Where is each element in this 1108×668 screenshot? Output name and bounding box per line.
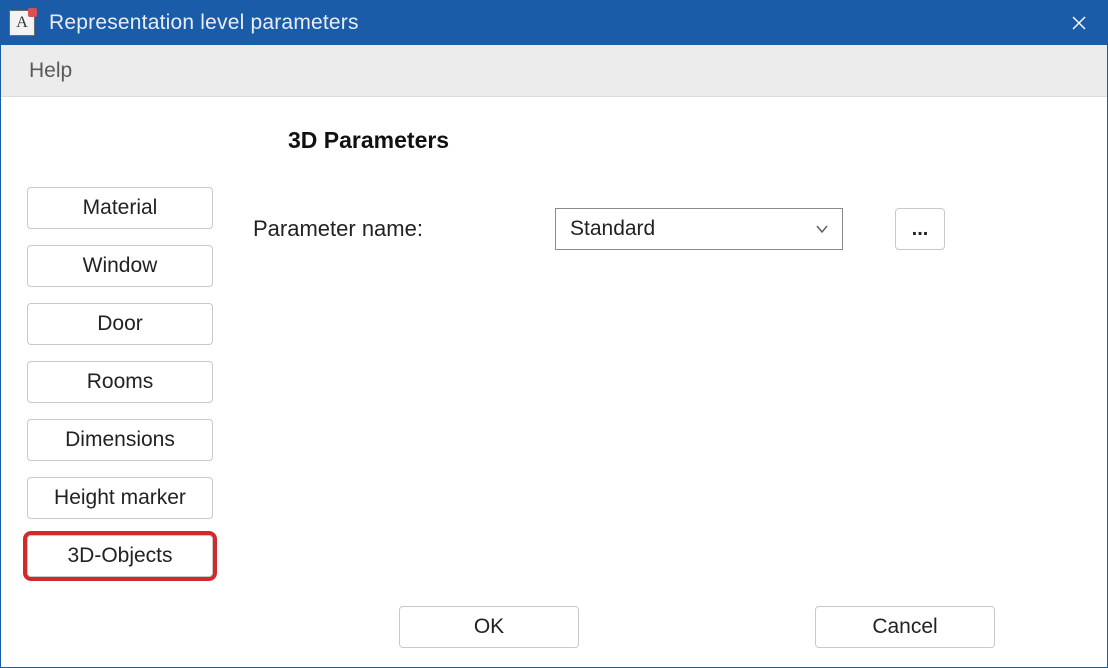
menu-help[interactable]: Help xyxy=(23,55,78,87)
close-icon xyxy=(1071,15,1087,31)
select-parameter-name[interactable]: Standard xyxy=(555,208,843,250)
window-title: Representation level parameters xyxy=(49,11,1051,35)
sidebar-item-dimensions[interactable]: Dimensions xyxy=(27,419,213,461)
cancel-button[interactable]: Cancel xyxy=(815,606,995,648)
row-parameter-name: Parameter name: Standard ... xyxy=(253,208,1081,250)
browse-parameter-button[interactable]: ... xyxy=(895,208,945,250)
sidebar-item-3d-objects[interactable]: 3D-Objects xyxy=(27,535,213,577)
titlebar: A Representation level parameters xyxy=(1,1,1107,45)
chevron-down-icon xyxy=(814,221,830,237)
sidebar-item-window[interactable]: Window xyxy=(27,245,213,287)
ok-button[interactable]: OK xyxy=(399,606,579,648)
sidebar-item-door[interactable]: Door xyxy=(27,303,213,345)
app-icon: A xyxy=(9,10,35,36)
footer: OK Cancel xyxy=(1,597,1107,667)
content-area: Material Window Door Rooms Dimensions He… xyxy=(1,97,1107,597)
select-parameter-name-value: Standard xyxy=(570,217,655,241)
sidebar: Material Window Door Rooms Dimensions He… xyxy=(27,127,213,587)
label-parameter-name: Parameter name: xyxy=(253,216,523,242)
sidebar-item-material[interactable]: Material xyxy=(27,187,213,229)
section-title: 3D Parameters xyxy=(288,127,1081,154)
sidebar-item-rooms[interactable]: Rooms xyxy=(27,361,213,403)
close-button[interactable] xyxy=(1051,1,1107,45)
menubar: Help xyxy=(1,45,1107,97)
dialog-window: A Representation level parameters Help M… xyxy=(0,0,1108,668)
main-panel: 3D Parameters Parameter name: Standard .… xyxy=(253,127,1081,587)
sidebar-item-height-marker[interactable]: Height marker xyxy=(27,477,213,519)
